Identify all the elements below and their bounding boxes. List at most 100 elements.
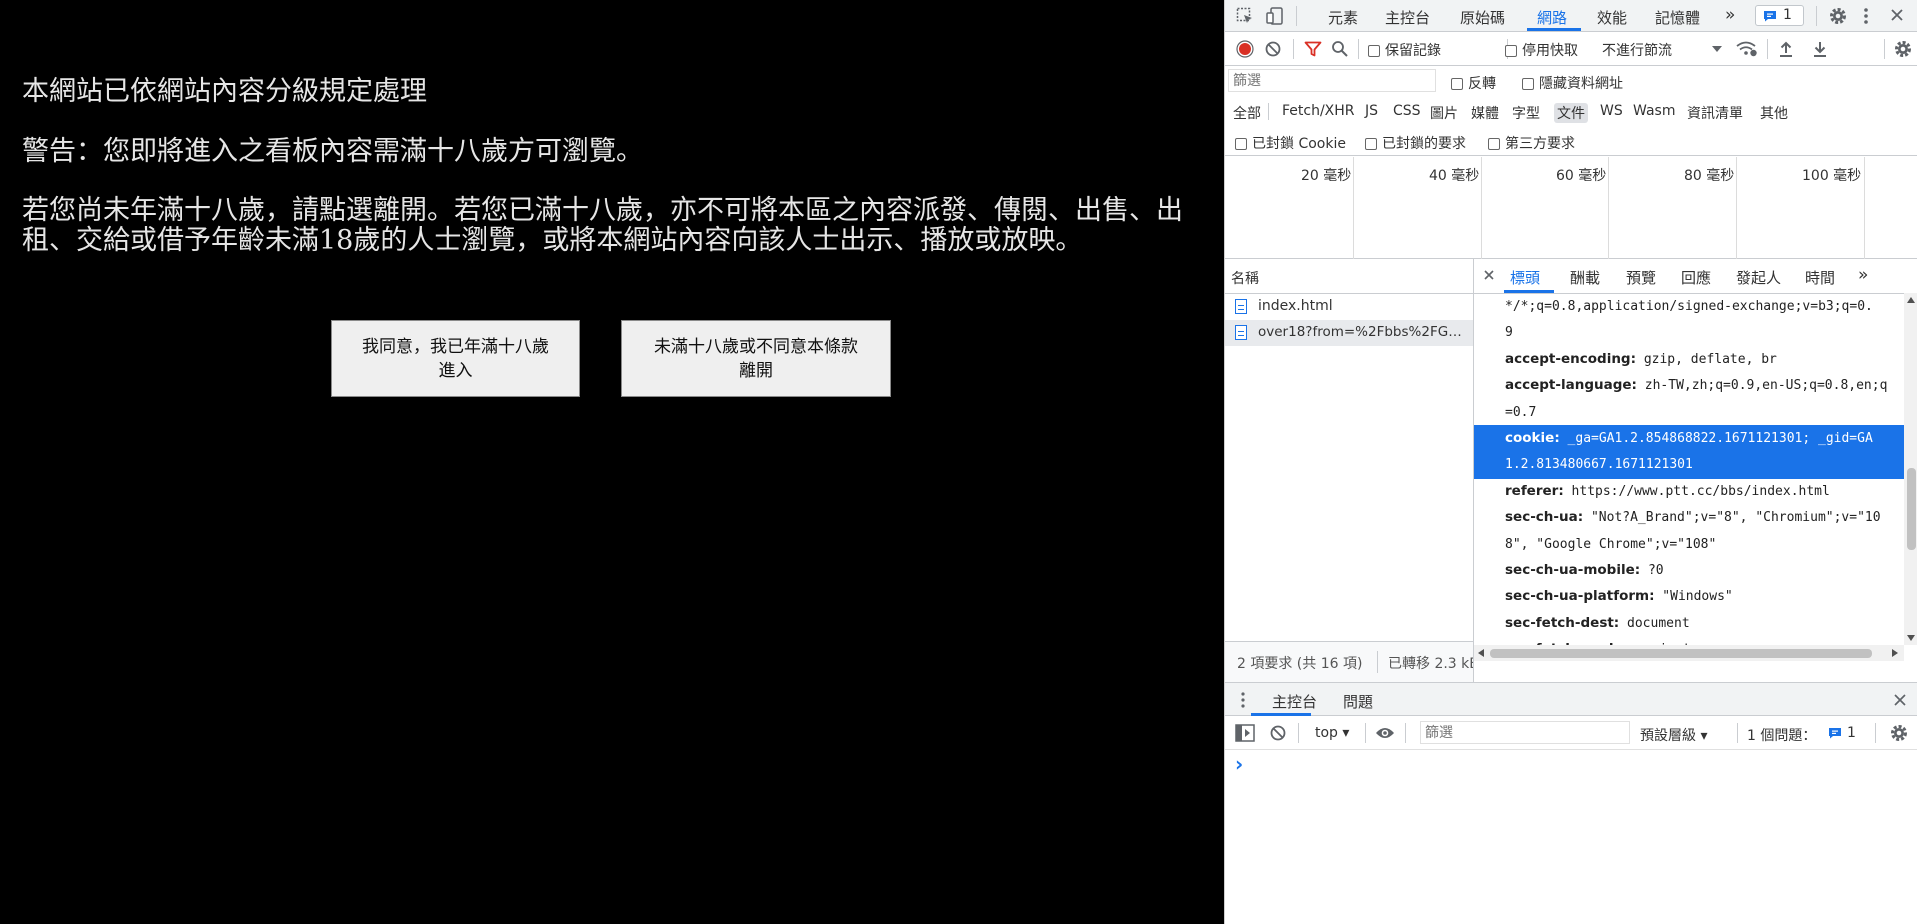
type-filter-doc[interactable]: 文件 bbox=[1554, 103, 1588, 123]
type-filter-wasm[interactable]: Wasm bbox=[1633, 103, 1675, 119]
type-filter-css[interactable]: CSS bbox=[1393, 103, 1421, 119]
type-filter-other[interactable]: 其他 bbox=[1760, 103, 1788, 123]
type-filter-js[interactable]: JS bbox=[1365, 103, 1378, 119]
tab-sources[interactable]: 原始碼 bbox=[1460, 7, 1505, 28]
network-filter-input[interactable] bbox=[1229, 70, 1435, 91]
context-selector[interactable]: top ▾ bbox=[1315, 725, 1349, 741]
network-overview-timeline[interactable]: 20 毫秒 40 毫秒 60 毫秒 80 毫秒 100 毫秒 bbox=[1225, 157, 1917, 259]
type-filter-font[interactable]: 字型 bbox=[1512, 103, 1540, 123]
search-icon[interactable] bbox=[1331, 40, 1349, 58]
scroll-up-arrow-icon[interactable] bbox=[1907, 297, 1915, 303]
tab-network[interactable]: 網路 bbox=[1537, 7, 1567, 28]
type-filter-fetch-xhr[interactable]: Fetch/XHR bbox=[1282, 103, 1355, 119]
export-har-icon[interactable] bbox=[1812, 40, 1828, 58]
request-count: 2 項要求 (共 16 項) bbox=[1237, 656, 1363, 672]
preserve-log-checkbox[interactable]: 保留記錄 bbox=[1368, 40, 1441, 60]
console-filter-field[interactable] bbox=[1420, 721, 1630, 744]
tab-timing[interactable]: 時間 bbox=[1805, 267, 1835, 288]
type-filter-ws[interactable]: WS bbox=[1600, 103, 1623, 119]
scroll-down-arrow-icon[interactable] bbox=[1907, 635, 1915, 641]
tab-performance[interactable]: 效能 bbox=[1597, 7, 1627, 28]
agree-button-line2: 進入 bbox=[438, 360, 473, 381]
tab-headers[interactable]: 標頭 bbox=[1510, 267, 1540, 288]
web-page: 本網站已依網站內容分級規定處理 警告：您即將進入之看板內容需滿十八歲方可瀏覽。 … bbox=[0, 0, 1224, 924]
name-column-header[interactable]: 名稱 bbox=[1225, 259, 1473, 294]
console-prompt-chevron-icon[interactable]: › bbox=[1235, 752, 1243, 776]
clear-icon[interactable] bbox=[1265, 41, 1281, 57]
agree-button-line1: 我同意，我已年滿十八歲 bbox=[362, 336, 549, 357]
vertical-scroll-thumb[interactable] bbox=[1907, 468, 1916, 550]
hide-data-urls-checkbox[interactable]: 隱藏資料網址 bbox=[1522, 73, 1623, 93]
request-row-selected[interactable]: over18?from=%2Fbbs%2FGossiping%2Findex.h… bbox=[1225, 320, 1473, 346]
request-list: 名稱 index.html over18?from=%2Fbbs%2FGossi… bbox=[1225, 259, 1474, 683]
header-line: sec-fetch-dest: document bbox=[1505, 614, 1690, 631]
scroll-right-arrow-icon[interactable] bbox=[1892, 649, 1898, 657]
console-toolbar: top ▾ 預設層級 ▾ 1 個問題： 1 bbox=[1225, 716, 1917, 750]
blocked-cookies-checkbox[interactable]: 已封鎖 Cookie bbox=[1235, 133, 1346, 153]
type-filter-all[interactable]: 全部 bbox=[1233, 103, 1261, 123]
network-filter-field[interactable] bbox=[1228, 69, 1436, 92]
inspect-element-icon[interactable] bbox=[1236, 7, 1254, 25]
settings-gear-icon[interactable] bbox=[1828, 6, 1848, 26]
type-filter-manifest[interactable]: 資訊清單 bbox=[1687, 103, 1743, 123]
third-party-checkbox[interactable]: 第三方要求 bbox=[1488, 133, 1575, 153]
tab-response[interactable]: 回應 bbox=[1681, 267, 1711, 288]
timeline-tick-label: 60 毫秒 bbox=[1556, 168, 1607, 184]
context-value: top bbox=[1315, 725, 1338, 741]
console-output[interactable]: › bbox=[1225, 750, 1917, 924]
vertical-scrollbar[interactable] bbox=[1904, 293, 1917, 645]
drawer-tab-issues[interactable]: 問題 bbox=[1343, 691, 1373, 712]
console-issues-counter[interactable]: 1 個問題： bbox=[1747, 725, 1816, 745]
device-toolbar-icon[interactable] bbox=[1265, 6, 1285, 26]
devtools-tab-bar: 元素 主控台 原始碼 網路 效能 記憶體 » 1 bbox=[1225, 0, 1917, 32]
close-devtools-icon[interactable] bbox=[1889, 7, 1905, 23]
type-filter-media[interactable]: 媒體 bbox=[1471, 103, 1499, 123]
close-drawer-icon[interactable] bbox=[1893, 693, 1907, 707]
issues-badge[interactable]: 1 bbox=[1755, 5, 1804, 26]
kebab-menu-icon[interactable] bbox=[1862, 6, 1870, 26]
filter-funnel-icon[interactable] bbox=[1304, 41, 1322, 57]
header-line: 9 bbox=[1505, 325, 1513, 341]
leave-button-line1: 未滿十八歲或不同意本條款 bbox=[654, 336, 858, 357]
drawer-tab-console[interactable]: 主控台 bbox=[1272, 691, 1317, 712]
more-tabs-chevron-icon[interactable]: » bbox=[1725, 5, 1735, 25]
header-line: accept-encoding: gzip, deflate, br bbox=[1505, 350, 1777, 367]
log-levels-select[interactable]: 預設層級 ▾ bbox=[1640, 725, 1707, 745]
record-icon[interactable] bbox=[1236, 40, 1254, 58]
network-conditions-wifi-icon[interactable] bbox=[1736, 40, 1758, 58]
network-settings-gear-icon[interactable] bbox=[1893, 39, 1913, 59]
type-filter-img[interactable]: 圖片 bbox=[1430, 103, 1458, 123]
console-settings-gear-icon[interactable] bbox=[1889, 723, 1909, 743]
agree-enter-button[interactable]: 我同意，我已年滿十八歲 進入 bbox=[331, 320, 580, 397]
blocked-requests-checkbox[interactable]: 已封鎖的要求 bbox=[1365, 133, 1466, 153]
tab-console[interactable]: 主控台 bbox=[1385, 7, 1430, 28]
transferred-size: 已轉移 2.3 kB bbox=[1388, 656, 1473, 672]
dropdown-arrow-icon bbox=[1712, 46, 1722, 53]
throttling-select[interactable]: 不進行節流 bbox=[1602, 40, 1672, 60]
clear-console-icon[interactable] bbox=[1270, 725, 1286, 741]
console-sidebar-icon[interactable] bbox=[1235, 724, 1255, 742]
tab-preview[interactable]: 預覽 bbox=[1626, 267, 1656, 288]
horizontal-scroll-thumb[interactable] bbox=[1490, 649, 1872, 658]
more-detail-tabs-chevron-icon[interactable]: » bbox=[1858, 265, 1868, 285]
invert-checkbox[interactable]: 反轉 bbox=[1451, 73, 1496, 93]
live-expression-eye-icon[interactable] bbox=[1375, 726, 1395, 740]
hide-data-urls-label: 隱藏資料網址 bbox=[1539, 76, 1623, 92]
tab-payload[interactable]: 酬載 bbox=[1570, 267, 1600, 288]
tab-initiator[interactable]: 發起人 bbox=[1736, 267, 1781, 288]
active-tab-indicator bbox=[1527, 28, 1581, 31]
request-row[interactable]: index.html bbox=[1225, 294, 1473, 320]
devtools-panel: 元素 主控台 原始碼 網路 效能 記憶體 » 1 保留記錄 停用快取 不進行節流… bbox=[1224, 0, 1917, 924]
import-har-icon[interactable] bbox=[1778, 40, 1794, 58]
console-filter-input[interactable] bbox=[1421, 722, 1629, 743]
scroll-left-arrow-icon[interactable] bbox=[1478, 649, 1484, 657]
horizontal-scrollbar[interactable] bbox=[1474, 645, 1904, 661]
document-icon bbox=[1235, 325, 1247, 340]
tab-elements[interactable]: 元素 bbox=[1328, 7, 1358, 28]
console-issues-label: 1 個問題： bbox=[1747, 728, 1817, 744]
disagree-leave-button[interactable]: 未滿十八歲或不同意本條款 離開 bbox=[621, 320, 891, 397]
disable-cache-checkbox[interactable]: 停用快取 bbox=[1505, 40, 1578, 60]
close-detail-icon[interactable] bbox=[1483, 269, 1495, 281]
tab-memory[interactable]: 記憶體 bbox=[1655, 7, 1700, 28]
drawer-menu-kebab-icon[interactable] bbox=[1240, 691, 1246, 709]
